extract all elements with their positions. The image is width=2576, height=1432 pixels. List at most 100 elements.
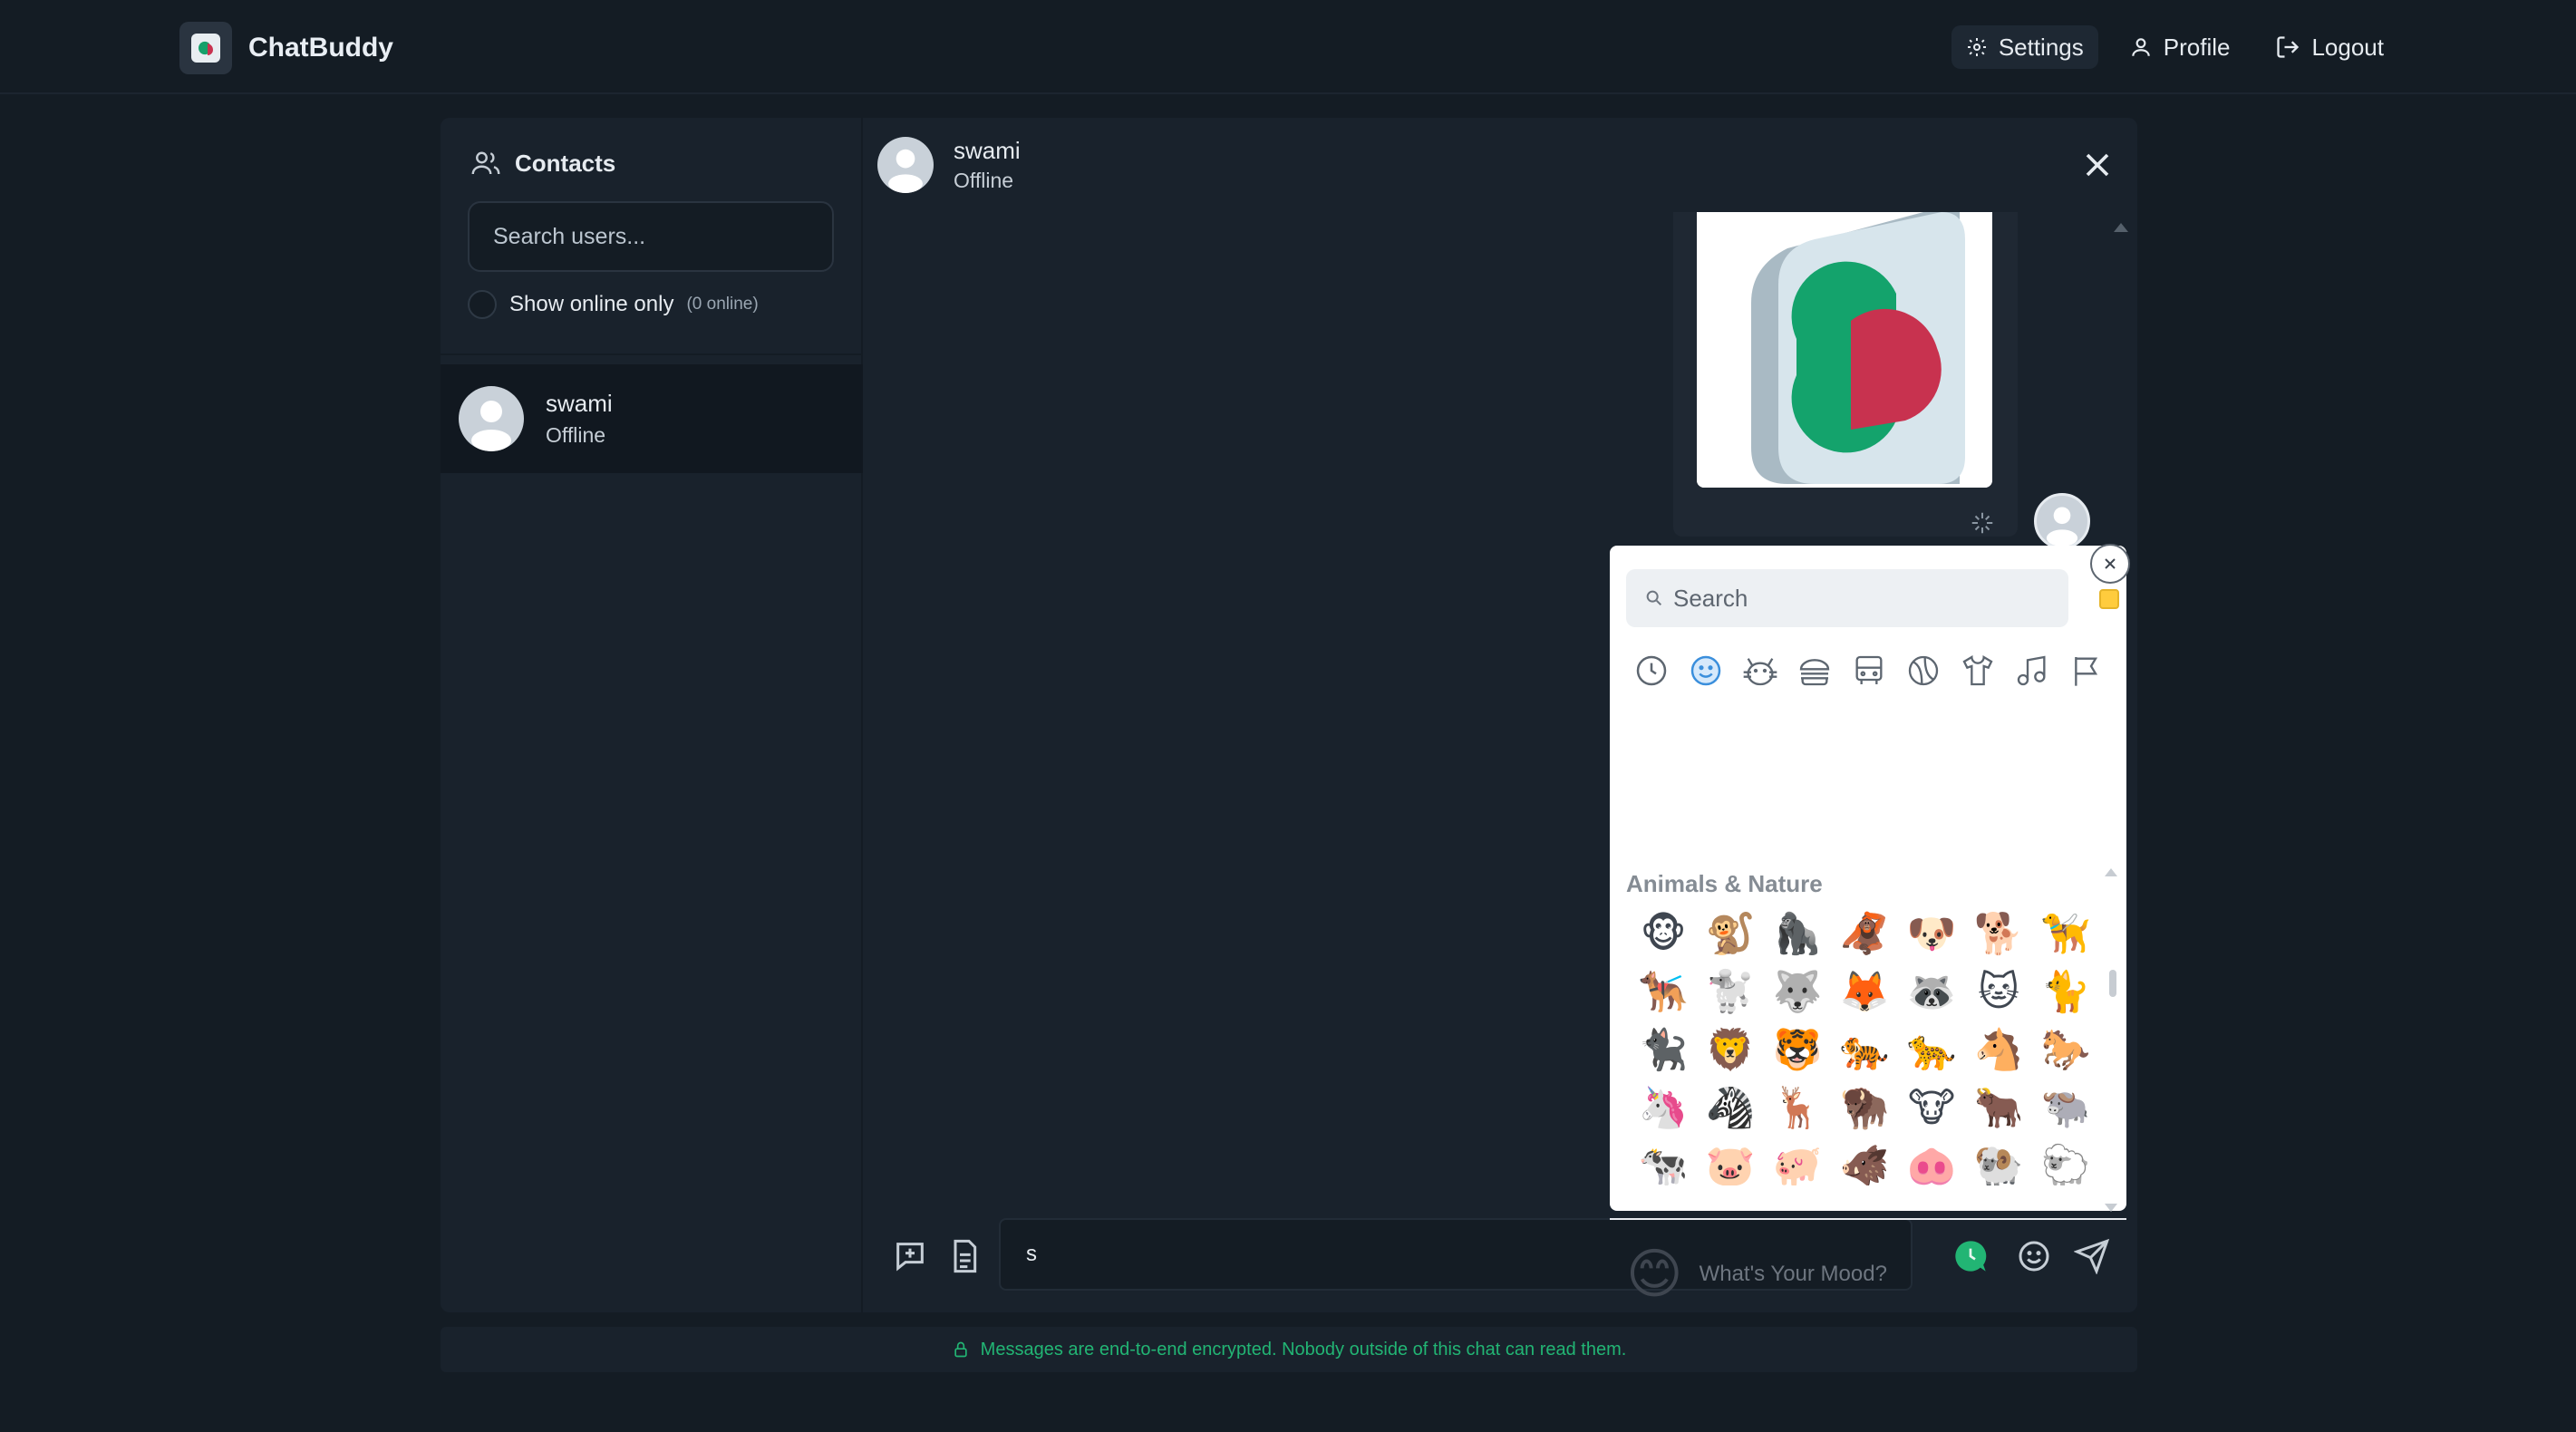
emoji-cell[interactable]: 🐽 xyxy=(1898,1137,1965,1185)
category-recent[interactable] xyxy=(1630,649,1673,692)
brand[interactable]: ChatBuddy xyxy=(179,22,393,74)
document-icon[interactable] xyxy=(946,1238,983,1274)
flags-icon xyxy=(2075,657,2098,686)
top-nav: Settings Profile Logout xyxy=(1951,25,2398,69)
activity-icon xyxy=(1908,655,1939,686)
online-only-checkbox[interactable] xyxy=(468,290,497,319)
category-symbols[interactable] xyxy=(2010,649,2054,692)
emoji-picker: Animals & Nature 🐵🐒🦍🦧🐶🐕🦮 🐕‍🦺🐩🐺🦊🦝🐱🐈 🐈‍⬛🦁🐯🐅🐆… xyxy=(1610,544,2130,1304)
contacts-title: Contacts xyxy=(515,149,616,177)
logout-button[interactable]: Logout xyxy=(2261,25,2398,69)
skin-tone-selector[interactable] xyxy=(2099,589,2119,609)
emoji-category-bar xyxy=(1630,649,2108,692)
emoji-cell[interactable]: 🐒 xyxy=(1697,905,1764,963)
contact-item-swami[interactable]: swami Offline xyxy=(441,364,863,473)
top-navbar: ChatBuddy Settings Profile Logout xyxy=(0,0,2576,94)
picker-scroll-down[interactable] xyxy=(2105,1204,2117,1212)
emoji-cell[interactable]: 🦝 xyxy=(1898,963,1965,1021)
emoji-cell[interactable]: 🐱 xyxy=(1965,963,2032,1021)
online-only-filter[interactable]: Show online only (0 online) xyxy=(468,290,759,319)
online-only-label: Show online only xyxy=(509,292,674,316)
emoji-cell[interactable]: 🐩 xyxy=(1697,963,1764,1021)
user-icon xyxy=(2132,38,2150,56)
new-message-icon[interactable] xyxy=(892,1238,928,1274)
emoji-cell[interactable]: 🦄 xyxy=(1630,1079,1697,1137)
emoji-cell[interactable]: 🐎 xyxy=(2032,1021,2099,1079)
emoji-cell[interactable]: 🦓 xyxy=(1697,1079,1764,1137)
picker-scrollbar-thumb[interactable] xyxy=(2109,970,2116,997)
chat-contact-name: swami xyxy=(954,137,1021,164)
contact-name: swami xyxy=(546,390,613,417)
emoji-cell[interactable]: 🐈‍⬛ xyxy=(1630,1021,1697,1079)
message-image[interactable] xyxy=(1697,212,1992,488)
emoji-cell[interactable]: 🐑 xyxy=(2032,1137,2099,1185)
message-avatar xyxy=(2034,493,2090,549)
emoji-cell[interactable]: 🐃 xyxy=(2032,1079,2099,1137)
emoji-cell[interactable]: 🐷 xyxy=(1697,1137,1764,1185)
emoji-search[interactable] xyxy=(1626,569,2068,627)
emoji-cell[interactable]: 🐴 xyxy=(1965,1021,2032,1079)
category-travel[interactable] xyxy=(1847,649,1891,692)
travel-icon xyxy=(1855,655,1883,684)
app-title: ChatBuddy xyxy=(248,33,393,63)
emoji-cell[interactable]: 🐕‍🦺 xyxy=(1630,963,1697,1021)
scroll-up-arrow[interactable] xyxy=(2114,223,2128,232)
close-picker-button[interactable] xyxy=(2090,544,2130,584)
chat-header: swami Offline xyxy=(863,118,2137,212)
profile-button[interactable]: Profile xyxy=(2115,25,2245,69)
online-count: (0 online) xyxy=(686,295,759,314)
emoji-cell[interactable]: 🦬 xyxy=(1831,1079,1898,1137)
chat-card: Contacts Show online only (0 online) swa… xyxy=(441,118,2137,1312)
logout-icon xyxy=(2277,36,2300,58)
category-flags[interactable] xyxy=(2065,649,2108,692)
close-icon xyxy=(2105,558,2116,569)
lock-icon xyxy=(954,1341,967,1358)
avatar xyxy=(459,386,524,451)
emoji-cell[interactable]: 🐶 xyxy=(1898,905,1965,963)
recent-icon xyxy=(1636,655,1667,686)
category-objects[interactable] xyxy=(1956,649,2000,692)
encryption-text: Messages are end-to-end encrypted. Nobod… xyxy=(980,1339,1627,1359)
emoji-cell[interactable]: 🦮 xyxy=(2032,905,2099,963)
emoji-cell[interactable]: 🦁 xyxy=(1697,1021,1764,1079)
close-chat-icon[interactable] xyxy=(2077,145,2117,185)
emoji-cell[interactable]: 🐅 xyxy=(1831,1021,1898,1079)
emoji-cell[interactable]: 🐄 xyxy=(1630,1137,1697,1185)
emoji-cell[interactable]: 🐮 xyxy=(1898,1079,1965,1137)
settings-label: Settings xyxy=(1998,33,2084,61)
category-activity[interactable] xyxy=(1902,649,1945,692)
category-animals[interactable] xyxy=(1738,649,1782,692)
search-users-input[interactable] xyxy=(468,201,834,272)
mood-placeholder: What's Your Mood? xyxy=(1699,1262,1887,1286)
gear-icon xyxy=(1967,38,1986,56)
emoji-cell[interactable]: 🦍 xyxy=(1764,905,1831,963)
chat-avatar xyxy=(877,137,934,193)
emoji-grid: 🐵 🐒 🦍 🦧 🐶 🐕 🦮 🐕‍🦺 🐩 🐺 🦊 🦝 🐱 🐈 🐈‍⬛ 🦁 🐯 🐅 🐆 🐴 🐎 🦄 🦓 🦌 🦬 🐮 🐂 🐃 🐄 🐷 🐖 🐗 🐽 🐏 🐑 xyxy=(1630,905,2101,1186)
category-food[interactable] xyxy=(1793,649,1836,692)
emoji-cell[interactable]: 🐯 xyxy=(1764,1021,1831,1079)
emoji-cell[interactable]: 🐺 xyxy=(1764,963,1831,1021)
picker-scroll-up[interactable] xyxy=(2105,868,2117,876)
emoji-cell[interactable]: 🐈 xyxy=(2032,963,2099,1021)
emoji-cell[interactable]: 🦌 xyxy=(1764,1079,1831,1137)
logout-label: Logout xyxy=(2311,33,2384,61)
emoji-cell[interactable]: 🐏 xyxy=(1965,1137,2032,1185)
emoji-cell[interactable]: 🦧 xyxy=(1831,905,1898,963)
category-smileys[interactable] xyxy=(1684,649,1728,692)
contacts-header: Contacts xyxy=(470,147,615,179)
symbols-icon xyxy=(2017,655,2046,686)
emoji-cell[interactable]: 🐆 xyxy=(1898,1021,1965,1079)
emoji-cell[interactable]: 🦊 xyxy=(1831,963,1898,1021)
sparkle-react-icon[interactable] xyxy=(1969,509,1996,537)
emoji-search-input[interactable] xyxy=(1673,584,2054,613)
settings-button[interactable]: Settings xyxy=(1951,25,2098,69)
emoji-cell[interactable]: 🐗 xyxy=(1831,1137,1898,1185)
profile-label: Profile xyxy=(2163,33,2231,61)
contact-status: Offline xyxy=(546,423,606,447)
emoji-cell[interactable]: 🐕 xyxy=(1965,905,2032,963)
emoji-cell[interactable]: 🐖 xyxy=(1764,1137,1831,1185)
contacts-sidebar: Contacts Show online only (0 online) swa… xyxy=(441,118,863,1312)
emoji-cell[interactable]: 🐂 xyxy=(1965,1079,2032,1137)
emoji-cell[interactable]: 🐵 xyxy=(1630,905,1697,963)
smileys-icon xyxy=(1690,655,1721,686)
